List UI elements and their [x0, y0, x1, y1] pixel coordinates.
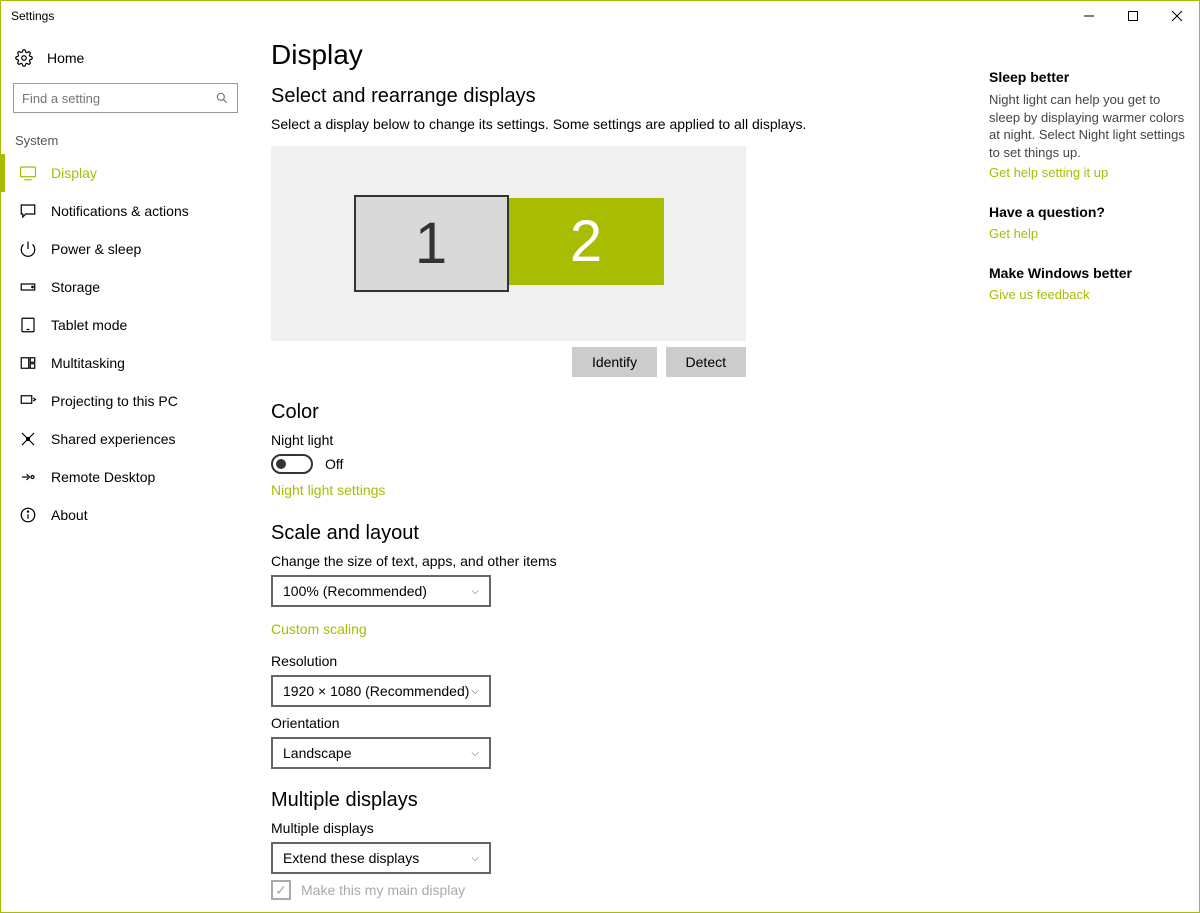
chevron-down-icon: ⌵	[471, 586, 479, 597]
orientation-value: Landscape	[283, 745, 352, 761]
sidebar-item-power[interactable]: Power & sleep	[1, 230, 261, 268]
search-wrap	[1, 77, 261, 127]
orientation-dropdown[interactable]: Landscape ⌵	[271, 737, 491, 769]
sidebar-item-storage[interactable]: Storage	[1, 268, 261, 306]
close-button[interactable]	[1155, 1, 1199, 31]
info-icon	[19, 506, 37, 524]
detect-button[interactable]: Detect	[666, 347, 746, 377]
drive-icon	[19, 278, 37, 296]
sleep-text: Night light can help you get to sleep by…	[989, 91, 1189, 161]
minimize-button[interactable]	[1067, 1, 1111, 31]
sidebar-item-label: Display	[51, 165, 97, 181]
night-light-toggle[interactable]	[271, 454, 313, 474]
section-scale-heading: Scale and layout	[271, 522, 971, 545]
tips-panel: Sleep better Night light can help you ge…	[989, 39, 1199, 912]
multi-dropdown[interactable]: Extend these displays ⌵	[271, 842, 491, 874]
display-2[interactable]: 2	[509, 198, 664, 285]
tablet-icon	[19, 316, 37, 334]
projecting-icon	[19, 392, 37, 410]
chevron-down-icon: ⌵	[471, 686, 479, 697]
settings-window: Settings Home Syste	[0, 0, 1200, 913]
sidebar-item-tablet[interactable]: Tablet mode	[1, 306, 261, 344]
night-light-settings-link[interactable]: Night light settings	[271, 482, 385, 498]
sidebar-item-label: Remote Desktop	[51, 469, 155, 485]
sleep-heading: Sleep better	[989, 69, 1189, 85]
sidebar-item-label: About	[51, 507, 88, 523]
search-icon	[215, 91, 229, 105]
night-light-label: Night light	[271, 432, 971, 448]
maximize-button[interactable]	[1111, 1, 1155, 31]
night-light-state: Off	[325, 456, 343, 472]
search-box[interactable]	[13, 83, 238, 113]
sidebar-item-shared[interactable]: Shared experiences	[1, 420, 261, 458]
feedback-heading: Make Windows better	[989, 265, 1189, 281]
multi-value: Extend these displays	[283, 850, 419, 866]
scale-dropdown[interactable]: 100% (Recommended) ⌵	[271, 575, 491, 607]
sidebar-item-display[interactable]: Display	[1, 154, 261, 192]
gear-icon	[15, 49, 33, 67]
home-button[interactable]: Home	[1, 39, 261, 77]
content: Home System Display Notifications & acti…	[1, 31, 1199, 912]
display-arrangement[interactable]: 1 2	[271, 146, 746, 341]
sidebar-item-label: Projecting to this PC	[51, 393, 178, 409]
sidebar-item-label: Multitasking	[51, 355, 125, 371]
sidebar-item-label: Power & sleep	[51, 241, 141, 257]
scale-label: Change the size of text, apps, and other…	[271, 553, 971, 569]
question-link[interactable]: Get help	[989, 226, 1189, 241]
resolution-dropdown[interactable]: 1920 × 1080 (Recommended) ⌵	[271, 675, 491, 707]
sleep-link[interactable]: Get help setting it up	[989, 165, 1189, 180]
message-icon	[19, 202, 37, 220]
shared-icon	[19, 430, 37, 448]
main-display-label: Make this my main display	[301, 882, 465, 898]
identify-button[interactable]: Identify	[572, 347, 657, 377]
chevron-down-icon: ⌵	[471, 748, 479, 759]
power-icon	[19, 240, 37, 258]
question-heading: Have a question?	[989, 204, 1189, 220]
sidebar-item-label: Notifications & actions	[51, 203, 189, 219]
section-arrange-heading: Select and rearrange displays	[271, 85, 971, 108]
sidebar-item-label: Shared experiences	[51, 431, 176, 447]
window-title: Settings	[11, 9, 54, 23]
sidebar-item-label: Storage	[51, 279, 100, 295]
sidebar-item-remote[interactable]: Remote Desktop	[1, 458, 261, 496]
section-multi-heading: Multiple displays	[271, 789, 971, 812]
custom-scaling-link[interactable]: Custom scaling	[271, 621, 367, 637]
orientation-label: Orientation	[271, 715, 971, 731]
main: Display Select and rearrange displays Se…	[261, 31, 1199, 912]
scale-value: 100% (Recommended)	[283, 583, 427, 599]
titlebar: Settings	[1, 1, 1199, 31]
resolution-value: 1920 × 1080 (Recommended)	[283, 683, 469, 699]
sidebar: Home System Display Notifications & acti…	[1, 31, 261, 912]
chevron-down-icon: ⌵	[471, 853, 479, 864]
sidebar-item-label: Tablet mode	[51, 317, 127, 333]
sidebar-item-multitasking[interactable]: Multitasking	[1, 344, 261, 382]
resolution-label: Resolution	[271, 653, 971, 669]
search-input[interactable]	[22, 91, 215, 106]
remote-icon	[19, 468, 37, 486]
sidebar-item-projecting[interactable]: Projecting to this PC	[1, 382, 261, 420]
display-1[interactable]: 1	[354, 195, 509, 292]
monitor-icon	[19, 164, 37, 182]
window-controls	[1067, 1, 1199, 31]
home-label: Home	[47, 50, 84, 66]
main-display-checkbox: ✓	[271, 880, 291, 900]
multi-label: Multiple displays	[271, 820, 971, 836]
sidebar-group-label: System	[1, 127, 261, 154]
sidebar-item-notifications[interactable]: Notifications & actions	[1, 192, 261, 230]
section-arrange-desc: Select a display below to change its set…	[271, 116, 971, 132]
sidebar-item-about[interactable]: About	[1, 496, 261, 534]
main-display-checkbox-row: ✓ Make this my main display	[271, 880, 971, 900]
multitask-icon	[19, 354, 37, 372]
page-title: Display	[271, 39, 971, 71]
feedback-link[interactable]: Give us feedback	[989, 287, 1189, 302]
section-color-heading: Color	[271, 401, 971, 424]
